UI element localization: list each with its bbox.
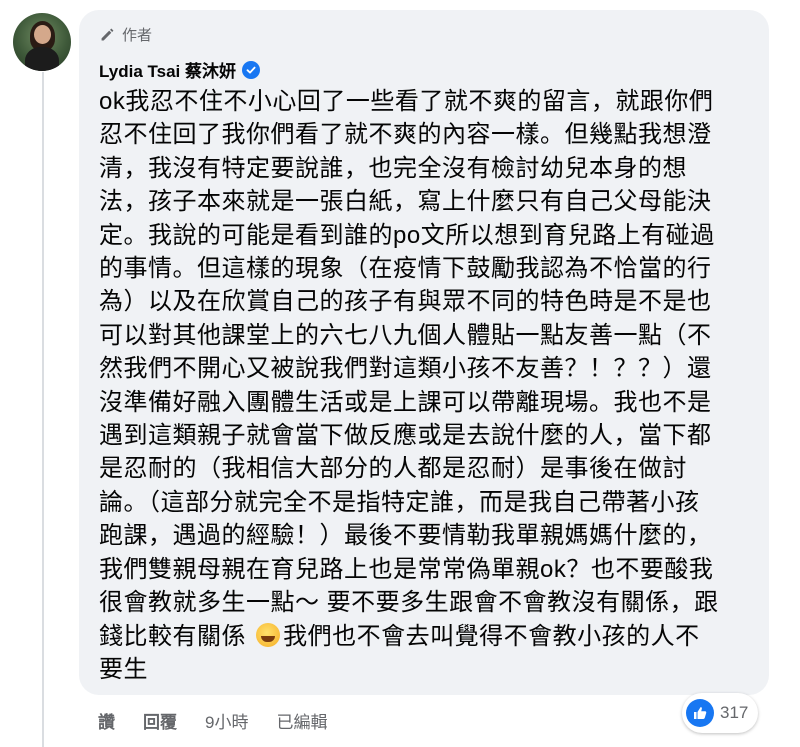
comment-line: 定。我說的可能是看到誰的po文所以想到育兒路上有碰過 xyxy=(99,221,715,249)
pencil-icon xyxy=(101,28,114,40)
avatar-face xyxy=(34,25,51,44)
timestamp[interactable]: 9小時 xyxy=(205,708,248,733)
verified-badge-icon xyxy=(241,60,260,79)
comment-line: 沒準備好融入團體生活或是上課可以帶離現場。我也不是 xyxy=(99,388,712,416)
comment-line: 遇到這類親子就會當下做反應或是去說什麼的人，當下都 xyxy=(99,422,712,450)
comment-line: 為）以及在欣賞自己的孩子有與眾不同的特色時是不是也 xyxy=(99,288,712,316)
comment-text: ok我忍不住不小心回了一些看了就不爽的留言，就跟你們 忍不住回了我你們看了就不爽… xyxy=(99,85,754,686)
comment-line: 跑課，遇過的經驗！）最後不要情勒我單親媽媽什麼的， xyxy=(99,522,712,550)
like-button[interactable]: 讚 xyxy=(98,708,115,733)
avatar-body xyxy=(25,47,59,71)
comment-bubble: 作者 Lydia Tsai 蔡沐妍 ok我忍不住不小心回了一些看了就不爽的留言，… xyxy=(79,10,769,695)
avatar[interactable] xyxy=(13,13,71,71)
laughing-emoji-icon xyxy=(256,622,281,647)
author-badge: 作者 xyxy=(99,22,152,46)
comment-actions: 讚 回覆 9小時 已編輯 xyxy=(98,708,355,733)
comment-line: 我們雙親母親在育兒路上也是常常偽單親ok？也不要酸我 xyxy=(99,555,714,583)
comment-line: 然我們不開心又被說我們對這類小孩不友善？！？？）還 xyxy=(99,355,712,383)
comment-line: 是忍耐的（我相信大部分的人都是忍耐）是事後在做討 xyxy=(99,455,687,483)
reply-button[interactable]: 回覆 xyxy=(143,708,177,733)
like-reaction-icon xyxy=(686,699,714,727)
comment-line: 的事情。但這樣的現象（在疫情下鼓勵我認為不恰當的行 xyxy=(99,255,712,283)
comment-line: 清，我沒有特定要說誰，也完全沒有檢討幼兒本身的想 xyxy=(99,154,687,182)
comment-line: 法，孩子本來就是一張白紙，寫上什麼只有自己父母能決 xyxy=(99,188,712,216)
comment-line: 忍不住回了我你們看了就不爽的內容一樣。但幾點我想澄 xyxy=(99,121,712,149)
comment-line: 論。（這部分就完全不是指特定誰，而是我自己帶著小孩 xyxy=(99,488,700,516)
comment-line-part: 錢比較有關係 xyxy=(99,622,254,650)
author-name-row: Lydia Tsai 蔡沐妍 xyxy=(99,57,260,82)
comment-line: 要生 xyxy=(99,655,148,683)
reaction-count: 317 xyxy=(720,703,749,722)
author-label: 作者 xyxy=(122,26,153,44)
comment-line-with-emoji: 錢比較有關係 我們也不會去叫覺得不會教小孩的人不 xyxy=(99,620,754,653)
comment-line: 可以對其他課堂上的六七八九個人體貼一點友善一點（不 xyxy=(99,321,712,349)
comment-line: 很會教就多生一點～ 要不要多生跟會不會教沒有關係，跟 xyxy=(99,589,719,617)
comment-line: ok我忍不住不小心回了一些看了就不爽的留言，就跟你們 xyxy=(99,88,714,115)
author-name[interactable]: Lydia Tsai 蔡沐妍 xyxy=(99,57,236,82)
edited-label[interactable]: 已編輯 xyxy=(276,708,327,733)
thread-line xyxy=(42,72,44,747)
comment-line-part: 我們也不會去叫覺得不會教小孩的人不 xyxy=(283,622,700,650)
reaction-summary[interactable]: 317 xyxy=(682,693,759,733)
